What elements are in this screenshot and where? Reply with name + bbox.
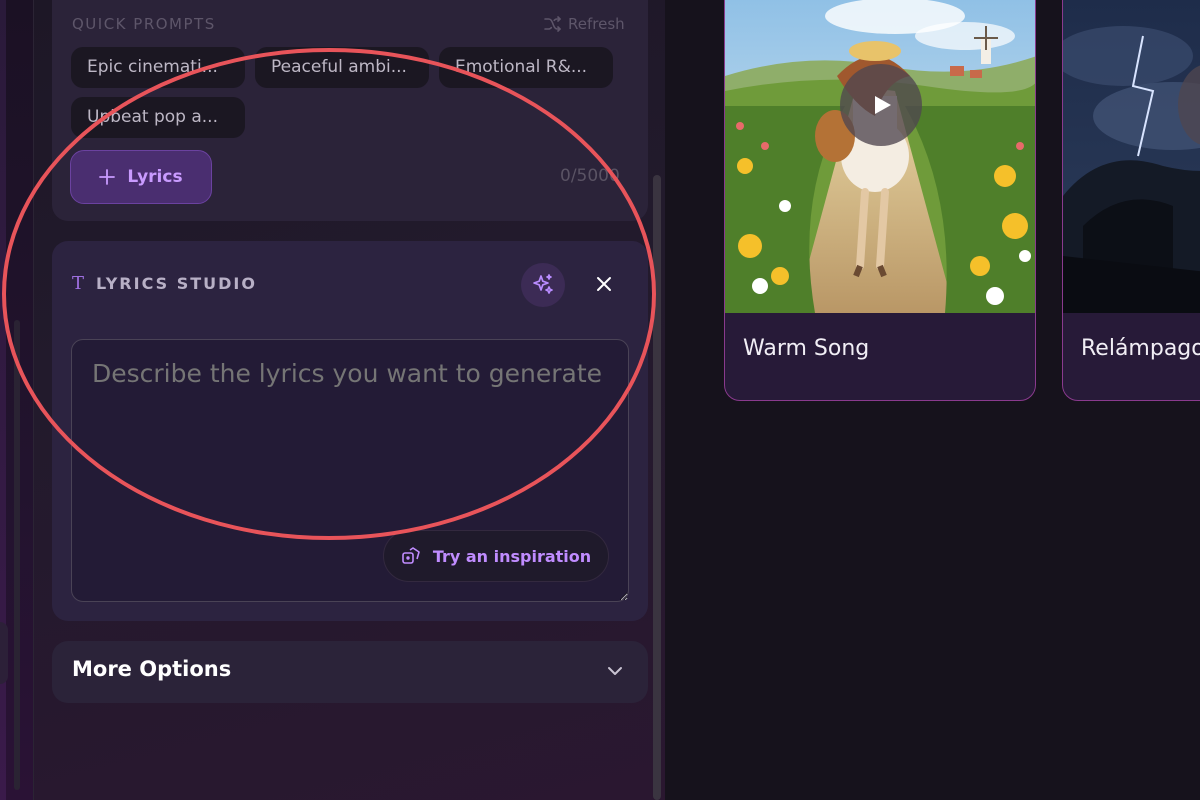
song-card[interactable]: Relámpago (1062, 0, 1200, 401)
quick-prompts-label: QUICK PROMPTS (72, 15, 216, 33)
close-lyrics-studio-button[interactable] (588, 268, 620, 300)
sidebar-handle[interactable] (0, 622, 8, 684)
ai-generate-button[interactable] (521, 263, 565, 307)
more-options-label: More Options (72, 657, 232, 681)
text-icon: T (72, 273, 85, 294)
play-icon (875, 96, 891, 114)
dice-icon (402, 547, 420, 564)
quick-prompt-chip[interactable]: Upbeat pop a... (71, 97, 245, 138)
sidebar-scrollbar[interactable] (14, 320, 20, 790)
plus-icon (99, 169, 116, 185)
lyrics-studio-title: LYRICS STUDIO (96, 274, 257, 293)
add-lyrics-label: Lyrics (127, 167, 183, 187)
try-inspiration-button[interactable]: Try an inspiration (383, 530, 609, 582)
lyrics-studio-header: T LYRICS STUDIO (72, 273, 257, 294)
close-icon (597, 277, 611, 291)
song-card[interactable]: Warm Song (724, 0, 1036, 401)
song-title: Relámpago (1081, 336, 1200, 361)
shuffle-icon (544, 16, 561, 32)
try-inspiration-label: Try an inspiration (432, 546, 592, 566)
quick-prompt-chip[interactable]: Epic cinemati... (71, 47, 245, 88)
left-sidebar (0, 0, 33, 800)
chevron-down-icon[interactable] (604, 660, 626, 682)
play-button[interactable] (840, 64, 922, 146)
add-lyrics-button[interactable]: Lyrics (70, 150, 212, 204)
song-cover-art (725, 0, 1035, 313)
quick-prompt-chip[interactable]: Emotional R&... (439, 47, 613, 88)
song-title: Warm Song (743, 336, 870, 361)
quick-prompt-chip[interactable]: Peaceful ambi... (255, 47, 429, 88)
song-cover-art (1063, 0, 1200, 313)
character-counter: 0/5000 (560, 166, 620, 186)
refresh-button[interactable]: Refresh (544, 15, 625, 33)
refresh-label: Refresh (568, 15, 625, 33)
panel-scrollbar[interactable] (653, 175, 661, 800)
sparkle-icon (533, 274, 553, 294)
